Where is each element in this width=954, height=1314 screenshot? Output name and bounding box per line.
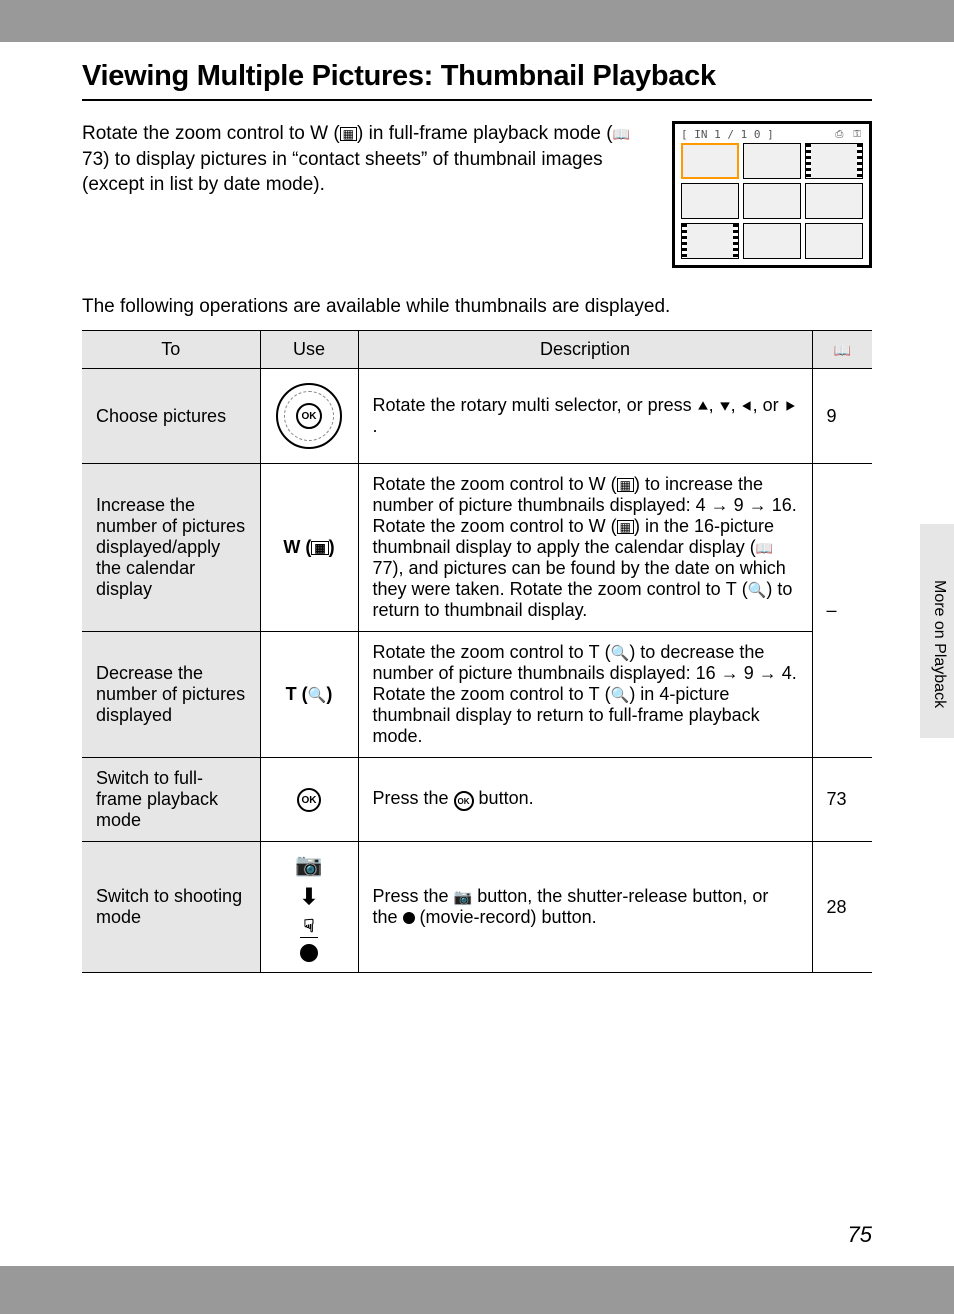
row-to: Increase the number of pictures displaye… — [82, 464, 260, 632]
left-triangle-icon — [741, 400, 753, 412]
col-to: To — [82, 331, 260, 369]
arrow-down-icon: ⬇ — [300, 884, 318, 910]
row-to: Switch to full-frame playback mode — [82, 758, 260, 842]
thumb-counter: [ IN 1 / 1 0 ] — [681, 128, 774, 141]
row-desc: Press the OK button. — [358, 758, 812, 842]
row-to: Choose pictures — [82, 369, 260, 464]
intro-text: Rotate the zoom control to W (▦) in full… — [82, 121, 632, 268]
row-use: T (🔍) — [260, 632, 358, 758]
magnifier-icon: 🔍 — [748, 582, 767, 599]
intro-block: Rotate the zoom control to W (▦) in full… — [82, 121, 872, 268]
right-triangle-icon — [784, 400, 796, 412]
row-desc: Rotate the rotary multi selector, or pre… — [358, 369, 812, 464]
camera-icon: 📷 — [295, 852, 322, 878]
thumbnail-icon: ▦ — [311, 541, 328, 555]
row-desc: Press the 📷 button, the shutter-release … — [358, 842, 812, 973]
row-to: Decrease the number of pictures displaye… — [82, 632, 260, 758]
row-ref: 9 — [812, 369, 872, 464]
operations-table: To Use Description 📖 Choose pictures OK … — [82, 330, 872, 973]
row-use: W (▦) — [260, 464, 358, 632]
record-dot-icon — [300, 944, 318, 962]
page-title: Viewing Multiple Pictures: Thumbnail Pla… — [82, 60, 872, 101]
down-triangle-icon — [719, 400, 731, 412]
rotary-selector-icon: OK — [276, 383, 342, 449]
page-number: 75 — [848, 1222, 872, 1248]
row-desc: Rotate the zoom control to W (▦) to incr… — [358, 464, 812, 632]
row-ref: – — [812, 464, 872, 758]
col-desc: Description — [358, 331, 812, 369]
row-use: 📷 ⬇ ☟ — [260, 842, 358, 973]
side-section-label: More on Playback — [930, 580, 948, 708]
book-icon: 📖 — [834, 342, 851, 358]
thumb-status-icons: ⎙ ⚿ — [835, 129, 863, 140]
row-desc: Rotate the zoom control to T (🔍) to decr… — [358, 632, 812, 758]
row-ref: 73 — [812, 758, 872, 842]
col-use: Use — [260, 331, 358, 369]
lead-text: The following operations are available w… — [82, 296, 872, 318]
thumbnail-preview: [ IN 1 / 1 0 ] ⎙ ⚿ — [672, 121, 872, 268]
row-to: Switch to shooting mode — [82, 842, 260, 973]
row-use: OK — [260, 758, 358, 842]
col-ref: 📖 — [812, 331, 872, 369]
shutter-press-icon: ☟ — [300, 916, 319, 938]
row-ref: 28 — [812, 842, 872, 973]
ok-button-icon: OK — [297, 788, 321, 812]
magnifier-icon: 🔍 — [308, 687, 327, 704]
row-use: OK — [260, 369, 358, 464]
up-triangle-icon — [697, 400, 709, 412]
